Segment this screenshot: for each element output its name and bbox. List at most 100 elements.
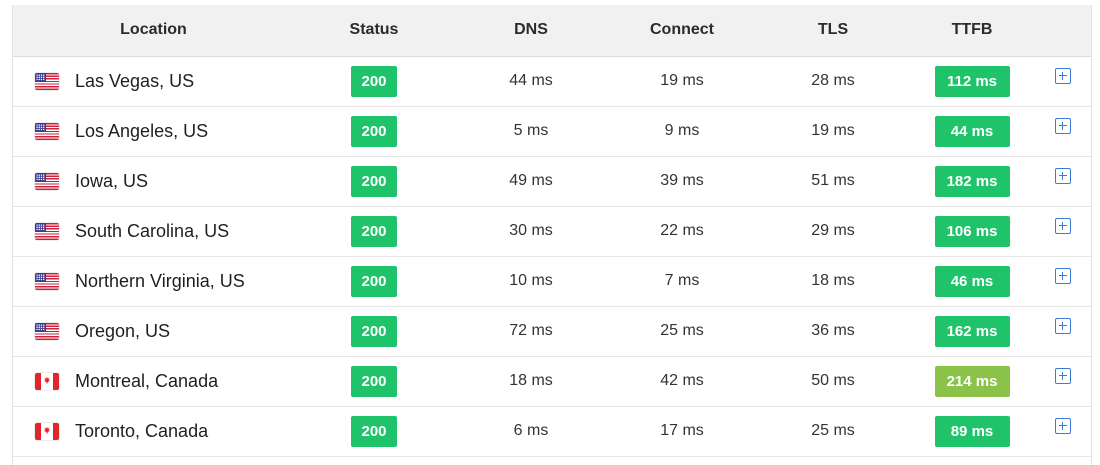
expand-cell xyxy=(1034,406,1091,456)
table-row: Oregon, US 200 72 ms 25 ms 36 ms 162 ms xyxy=(13,306,1091,356)
expand-cell xyxy=(1034,206,1091,256)
status-badge: 200 xyxy=(351,365,397,397)
ttfb-cell: 89 ms xyxy=(910,406,1034,456)
table-row: Iowa, US 200 49 ms 39 ms 51 ms 182 ms xyxy=(13,156,1091,206)
expand-cell xyxy=(1034,356,1091,406)
location-cell: Iowa, US xyxy=(13,156,294,206)
dns-cell: 5 ms xyxy=(513,122,549,139)
expand-cell xyxy=(1034,156,1091,206)
status-badge: 200 xyxy=(351,165,397,197)
us-flag-icon xyxy=(35,222,59,240)
header-connect: Connect xyxy=(608,5,756,57)
expand-plus-icon[interactable] xyxy=(1054,267,1071,284)
header-dns: DNS xyxy=(454,5,608,57)
expand-plus-icon[interactable] xyxy=(1054,117,1071,134)
canada-flag-icon xyxy=(35,422,59,440)
table-row: South Carolina, US 200 30 ms 22 ms 29 ms… xyxy=(13,206,1091,256)
us-flag-icon xyxy=(35,72,59,90)
dns-cell: 44 ms xyxy=(509,72,553,89)
connect-cell: 17 ms xyxy=(660,422,704,439)
location-cell: Toronto, Canada xyxy=(13,406,294,456)
location-name: Iowa, US xyxy=(75,170,149,191)
connect-cell: 25 ms xyxy=(660,322,704,339)
ttfb-badge: 44 ms xyxy=(934,115,1010,147)
header-location: Location xyxy=(13,5,294,57)
connect-cell: 39 ms xyxy=(660,172,704,189)
ttfb-badge: 182 ms xyxy=(934,165,1010,197)
tls-cell: 36 ms xyxy=(811,322,855,339)
table-row: Los Angeles, US 200 5 ms 9 ms 19 ms 44 m… xyxy=(13,106,1091,156)
location-cell: Los Angeles, US xyxy=(13,106,294,156)
ttfb-cell: 112 ms xyxy=(910,56,1034,106)
us-flag-icon xyxy=(35,172,59,190)
ttfb-cell: 106 ms xyxy=(910,206,1034,256)
location-cell: Oregon, US xyxy=(13,306,294,356)
ttfb-cell: 162 ms xyxy=(910,306,1034,356)
ttfb-cell: 182 ms xyxy=(910,156,1034,206)
status-badge: 200 xyxy=(351,315,397,347)
header-status: Status xyxy=(294,5,454,57)
ttfb-cell: 46 ms xyxy=(910,256,1034,306)
location-name: Los Angeles, US xyxy=(75,120,209,141)
status-badge: 200 xyxy=(351,215,397,247)
tls-cell: 29 ms xyxy=(811,222,855,239)
expand-plus-icon[interactable] xyxy=(1054,367,1071,384)
connect-cell: 9 ms xyxy=(664,122,700,139)
location-name: Las Vegas, US xyxy=(75,70,195,91)
expand-plus-icon[interactable] xyxy=(1054,67,1071,84)
ttfb-badge: 162 ms xyxy=(934,315,1010,347)
location-cell: Northern Virginia, US xyxy=(13,256,294,306)
connect-cell: 42 ms xyxy=(660,372,704,389)
dns-cell: 10 ms xyxy=(509,272,553,289)
table-row: Las Vegas, US 200 44 ms 19 ms 28 ms 112 … xyxy=(13,56,1091,106)
table-row: Toronto, Canada 200 6 ms 17 ms 25 ms 89 … xyxy=(13,406,1091,456)
header-tls: TLS xyxy=(756,5,910,57)
location-name: South Carolina, US xyxy=(75,220,230,241)
expand-plus-icon[interactable] xyxy=(1054,167,1071,184)
dns-cell: 30 ms xyxy=(509,222,553,239)
location-name: Toronto, Canada xyxy=(75,420,209,441)
dns-cell: 18 ms xyxy=(509,372,553,389)
us-flag-icon xyxy=(35,122,59,140)
location-cell: Las Vegas, US xyxy=(13,56,294,106)
expand-cell xyxy=(1034,56,1091,106)
tls-cell: 25 ms xyxy=(811,422,855,439)
ttfb-badge: 214 ms xyxy=(934,365,1010,397)
table-header-row: Location Status DNS Connect TLS TTFB xyxy=(13,5,1091,57)
tls-cell: 19 ms xyxy=(811,122,855,139)
header-ttfb: TTFB xyxy=(910,5,1034,57)
us-flag-icon xyxy=(35,322,59,340)
ttfb-badge: 46 ms xyxy=(934,265,1010,297)
status-cell: 200 xyxy=(294,156,454,206)
status-cell: 200 xyxy=(294,106,454,156)
dns-cell: 49 ms xyxy=(509,172,553,189)
expand-plus-icon[interactable] xyxy=(1054,317,1071,334)
tls-cell: 50 ms xyxy=(811,372,855,389)
results-table-container: Location Status DNS Connect TLS TTFB Las… xyxy=(12,5,1092,465)
status-badge: 200 xyxy=(351,115,397,147)
status-cell: 200 xyxy=(294,206,454,256)
tls-cell: 18 ms xyxy=(811,272,855,289)
results-table: Location Status DNS Connect TLS TTFB Las… xyxy=(13,5,1091,457)
dns-cell: 6 ms xyxy=(513,422,549,439)
connect-cell: 22 ms xyxy=(660,222,704,239)
location-name: Oregon, US xyxy=(75,320,171,341)
connect-cell: 19 ms xyxy=(660,72,704,89)
canada-flag-icon xyxy=(35,372,59,390)
status-cell: 200 xyxy=(294,256,454,306)
expand-plus-icon[interactable] xyxy=(1054,417,1071,434)
expand-cell xyxy=(1034,106,1091,156)
ttfb-badge: 112 ms xyxy=(934,65,1010,97)
us-flag-icon xyxy=(35,272,59,290)
tls-cell: 28 ms xyxy=(811,72,855,89)
table-body: Las Vegas, US 200 44 ms 19 ms 28 ms 112 … xyxy=(13,56,1091,456)
expand-cell xyxy=(1034,256,1091,306)
table-row: Montreal, Canada 200 18 ms 42 ms 50 ms 2… xyxy=(13,356,1091,406)
status-badge: 200 xyxy=(351,415,397,447)
status-badge: 200 xyxy=(351,65,397,97)
location-name: Northern Virginia, US xyxy=(75,270,245,291)
status-cell: 200 xyxy=(294,356,454,406)
table-row: Northern Virginia, US 200 10 ms 7 ms 18 … xyxy=(13,256,1091,306)
expand-plus-icon[interactable] xyxy=(1054,217,1071,234)
status-badge: 200 xyxy=(351,265,397,297)
